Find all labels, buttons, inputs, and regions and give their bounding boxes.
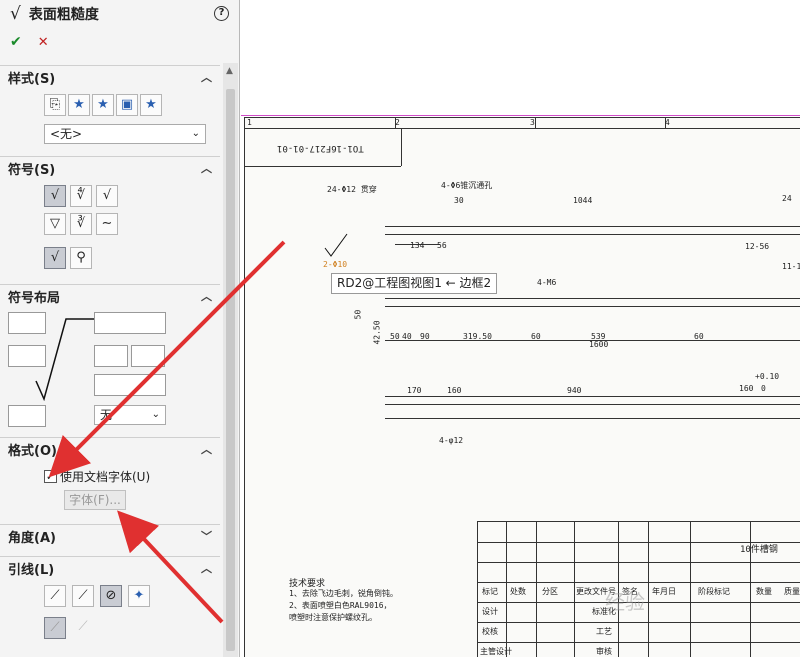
annotation-arrows	[48, 240, 286, 624]
